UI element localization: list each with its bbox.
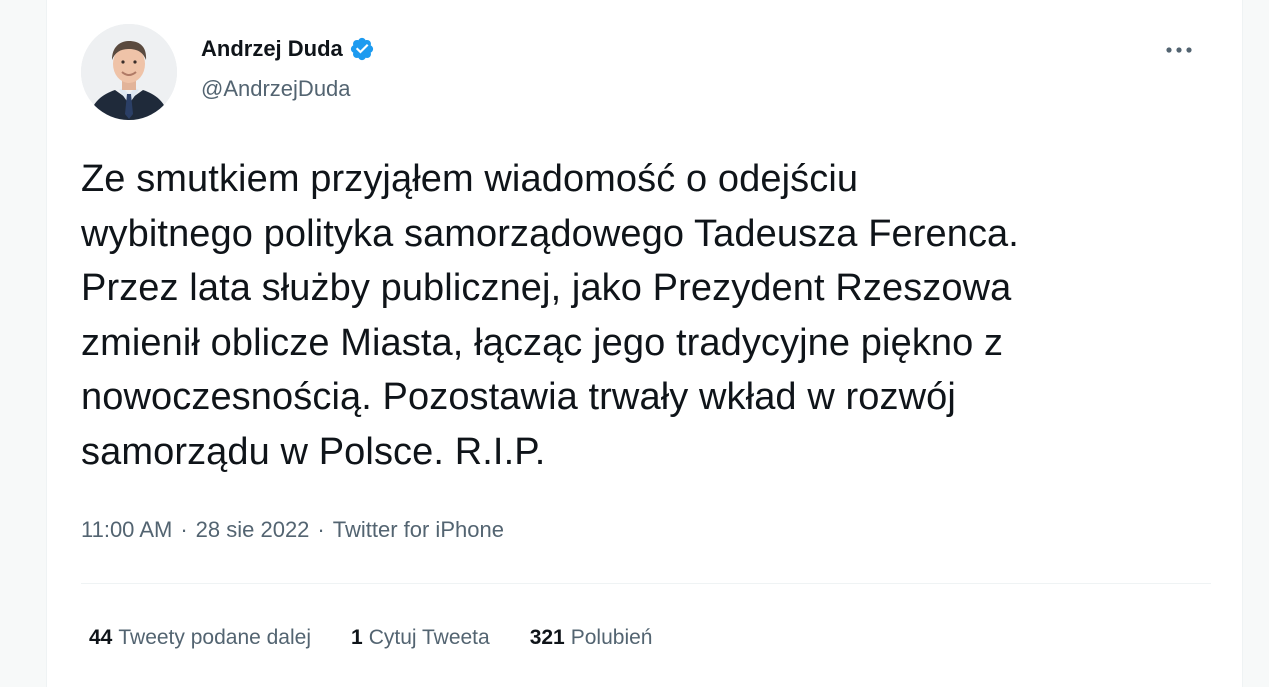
quotes-label: Cytuj Tweeta <box>368 626 490 649</box>
verified-badge-icon <box>349 36 375 62</box>
engagement-stats: 44 Tweety podane dalej 1 Cytuj Tweeta 32… <box>89 620 692 656</box>
tweet-text-line: Przez lata służby publicznej, jako Prezy… <box>81 267 1012 309</box>
tweet-card: Andrzej Duda @AndrzejDuda Ze smutkiem pr… <box>46 0 1243 687</box>
retweets-stat[interactable]: 44 Tweety podane dalej <box>89 626 311 650</box>
divider <box>81 583 1211 584</box>
profile-photo-icon <box>81 24 177 120</box>
quotes-stat[interactable]: 1 Cytuj Tweeta <box>351 626 490 650</box>
author-name-row: Andrzej Duda <box>201 34 375 64</box>
tweet-date[interactable]: 28 sie 2022 <box>196 517 310 543</box>
more-options-button[interactable] <box>1159 30 1199 70</box>
author-display-name[interactable]: Andrzej Duda <box>201 36 343 62</box>
tweet-text-line: nowoczesnością. Pozostawia trwały wkład … <box>81 376 956 418</box>
likes-stat[interactable]: 321 Polubień <box>530 626 653 650</box>
likes-label: Polubień <box>570 626 653 649</box>
more-horizontal-icon <box>1166 47 1192 53</box>
quotes-count: 1 <box>351 626 363 649</box>
tweet-text-line: samorządu w Polsce. R.I.P. <box>81 430 546 473</box>
meta-separator: · <box>317 517 325 542</box>
tweet-text-line: zmienił oblicze Miasta, łącząc jego trad… <box>81 321 1004 364</box>
tweet-time[interactable]: 11:00 AM <box>81 517 172 543</box>
tweet-text: Ze smutkiem przyjąłem wiadomość o odejśc… <box>81 152 1211 479</box>
tweet-text-line: Ze smutkiem przyjąłem wiadomość o odejśc… <box>81 158 859 200</box>
retweets-count: 44 <box>89 626 113 649</box>
tweet-metadata: 11:00 AM · 28 sie 2022 · Twitter for iPh… <box>81 512 504 548</box>
retweets-label: Tweety podane dalej <box>118 626 311 649</box>
tweet-source[interactable]: Twitter for iPhone <box>333 517 504 543</box>
author-handle[interactable]: @AndrzejDuda <box>201 76 351 102</box>
tweet-text-line: wybitnego polityka samorządowego Tadeusz… <box>81 212 1019 255</box>
likes-count: 321 <box>529 626 565 649</box>
avatar[interactable] <box>81 24 177 120</box>
meta-separator: · <box>180 517 188 542</box>
